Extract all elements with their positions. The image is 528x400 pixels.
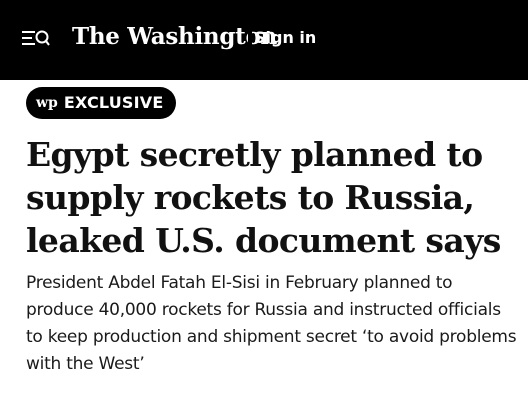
sign-in-button[interactable]: Sign in [254, 26, 316, 50]
menu-search-button[interactable] [22, 28, 50, 50]
article-subheadline: President Abdel Fatah El-Sisi in Februar… [26, 273, 517, 374]
wp-logo-icon: wp [36, 95, 58, 111]
article-headline[interactable]: Egypt secretly planned to supply rockets… [26, 133, 516, 262]
masthead-logo[interactable]: The Washington [72, 20, 277, 54]
exclusive-badge: wp EXCLUSIVE [26, 87, 176, 119]
masthead-divider [248, 22, 252, 56]
menu-icon [22, 31, 35, 45]
badge-label: EXCLUSIVE [63, 93, 164, 112]
top-navigation-bar: The Washington Sign in [0, 0, 528, 80]
search-icon [35, 30, 50, 46]
